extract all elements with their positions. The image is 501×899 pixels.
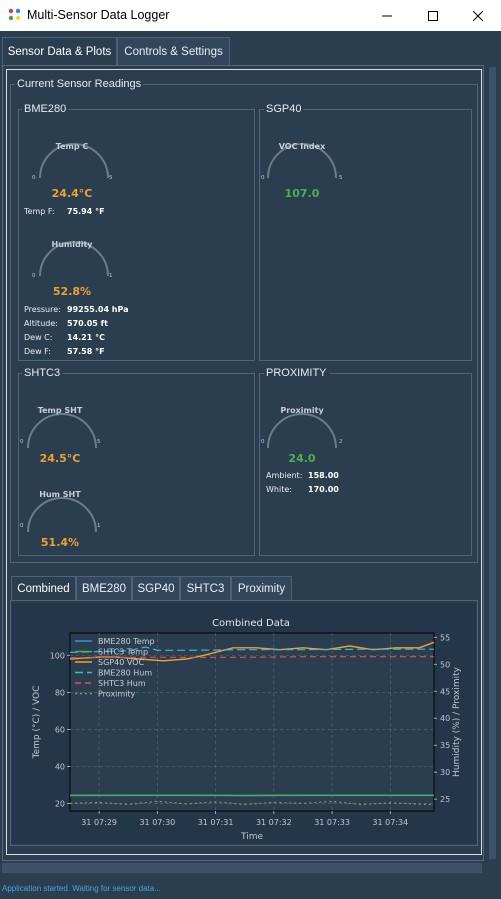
ambient-label: Ambient:: [266, 471, 303, 480]
legend-label: Proximity: [98, 690, 136, 699]
bme280-temp-value: 24.4°C: [51, 187, 93, 200]
y-tick-label-left: 20: [55, 800, 65, 809]
dew-c-value: 14.21 °C: [67, 333, 105, 342]
y-axis-label-left: Temp (°C) / VOC: [32, 686, 42, 760]
dew-f-label: Dew F:: [24, 347, 51, 356]
bme280-temp-gauge-max: 5: [109, 175, 113, 181]
voc-gauge-title: VOC Index: [278, 142, 326, 151]
shtc3-humidity-gauge-min: 0: [20, 523, 24, 529]
voc-index-value: 107.0: [284, 187, 320, 200]
shtc3-humidity-gauge-title: Hum SHT: [39, 490, 81, 499]
legend-label: BME280 Temp: [98, 637, 155, 646]
maximize-icon: [428, 10, 438, 21]
sgp40-title: SGP40: [264, 103, 304, 115]
legend-label: SHTC3 Hum: [98, 679, 146, 688]
bme280-temp-gauge-min: 0: [32, 175, 36, 181]
close-button[interactable]: [455, 0, 501, 31]
vertical-scrollbar[interactable]: [486, 65, 498, 861]
tab-bme280[interactable]: BME280: [76, 576, 132, 600]
white-label: White:: [266, 485, 292, 494]
tab-shtc3[interactable]: SHTC3: [180, 576, 231, 600]
y-tick-label-right: 35: [440, 741, 450, 750]
x-tick-label: 31 07:31: [198, 818, 234, 827]
bme280-temp-gauge-title: Temp C: [55, 142, 89, 151]
x-axis-label: Time: [240, 832, 263, 842]
current-readings-title: Current Sensor Readings: [15, 78, 144, 90]
proximity-title: PROXIMITY: [264, 367, 329, 379]
x-tick-label: 31 07:34: [372, 818, 408, 827]
bme280-humidity-value: 52.8%: [52, 285, 92, 298]
y-axis-label-right: Humidity (%) / Proximity: [452, 666, 462, 777]
tab-sensor-data-plots[interactable]: Sensor Data & Plots: [2, 37, 117, 65]
altitude-label: Altitude:: [24, 319, 58, 328]
y-tick-label-right: 40: [440, 714, 450, 723]
x-tick-label: 31 07:32: [256, 818, 292, 827]
combined-chart: Combined Data 31 07:29 31 07:30 31 07:31 31…: [12, 603, 476, 843]
status-bar-text: Application started. Waiting for sensor …: [2, 884, 161, 893]
proximity-gauge-title: Proximity: [280, 406, 324, 415]
white-value: 170.00: [308, 485, 339, 494]
title-bar: Multi-Sensor Data Logger: [0, 0, 501, 31]
tab-sgp40[interactable]: SGP40: [132, 576, 180, 600]
ambient-value: 158.00: [308, 471, 339, 480]
legend-label: SGP40 VOC: [98, 658, 144, 667]
temp-f-label: Temp F:: [24, 207, 55, 216]
voc-gauge-max: 5: [339, 175, 343, 181]
y-tick-label-right: 30: [440, 768, 450, 777]
proximity-gauge: [267, 413, 337, 449]
bme280-title: BME280: [22, 103, 69, 115]
close-icon: [473, 10, 483, 21]
tab-combined[interactable]: Combined: [11, 576, 76, 600]
bme280-humidity-gauge-title: Humidity: [51, 240, 93, 249]
y-tick-label-left: 100: [50, 651, 65, 660]
shtc3-temp-value: 24.5°C: [39, 452, 81, 465]
y-tick-label-right: 25: [440, 795, 450, 804]
maximize-button[interactable]: [410, 0, 456, 31]
bme280-humidity-gauge-max: 1: [109, 273, 113, 279]
y-tick-label-left: 60: [55, 725, 65, 734]
y-tick-label-right: 50: [440, 660, 450, 669]
proximity-gauge-max: 2: [339, 439, 343, 445]
shtc3-temp-gauge-max: 5: [97, 439, 101, 445]
y-tick-label-left: 80: [55, 688, 65, 697]
legend-label: SHTC3 Temp: [98, 648, 148, 657]
legend-label: BME280 Hum: [98, 669, 152, 678]
shtc3-humidity-gauge-max: 1: [97, 523, 101, 529]
shtc3-humidity-value: 51.4%: [40, 536, 80, 549]
x-tick-label: 31 07:30: [139, 818, 175, 827]
tab-proximity[interactable]: Proximity: [231, 576, 292, 600]
window-title: Multi-Sensor Data Logger: [27, 8, 170, 22]
proximity-gauge-min: 0: [261, 439, 265, 445]
minimize-icon: [382, 15, 392, 16]
shtc3-temp-gauge-title: Temp SHT: [37, 406, 83, 415]
horizontal-scrollbar[interactable]: [2, 863, 482, 873]
pressure-label: Pressure:: [24, 305, 61, 314]
bme280-humidity-gauge-min: 0: [32, 273, 36, 279]
shtc3-humidity-gauge: [27, 497, 97, 533]
dew-c-label: Dew C:: [24, 333, 53, 342]
x-tick-label: 31 07:33: [314, 818, 350, 827]
minimize-button[interactable]: [364, 0, 410, 31]
shtc3-title: SHTC3: [22, 367, 63, 379]
x-tick-label: 31 07:29: [81, 818, 117, 827]
y-tick-label-right: 55: [440, 633, 450, 642]
chart-title: Combined Data: [212, 618, 290, 629]
proximity-value: 24.0: [288, 452, 316, 465]
pressure-value: 99255.04 hPa: [67, 305, 129, 314]
y-tick-label-right: 45: [440, 687, 450, 696]
altitude-value: 570.05 ft: [67, 319, 108, 328]
tab-controls-settings[interactable]: Controls & Settings: [117, 37, 230, 65]
y-tick-label-left: 40: [55, 763, 65, 772]
voc-gauge-min: 0: [261, 175, 265, 181]
temp-f-value: 75.94 °F: [67, 207, 105, 216]
shtc3-temp-gauge-min: 0: [20, 439, 24, 445]
app-icon: [8, 8, 21, 21]
shtc3-temp-gauge: [27, 413, 97, 449]
dew-f-value: 57.58 °F: [67, 347, 105, 356]
scrollbar-thumb[interactable]: [489, 67, 496, 859]
